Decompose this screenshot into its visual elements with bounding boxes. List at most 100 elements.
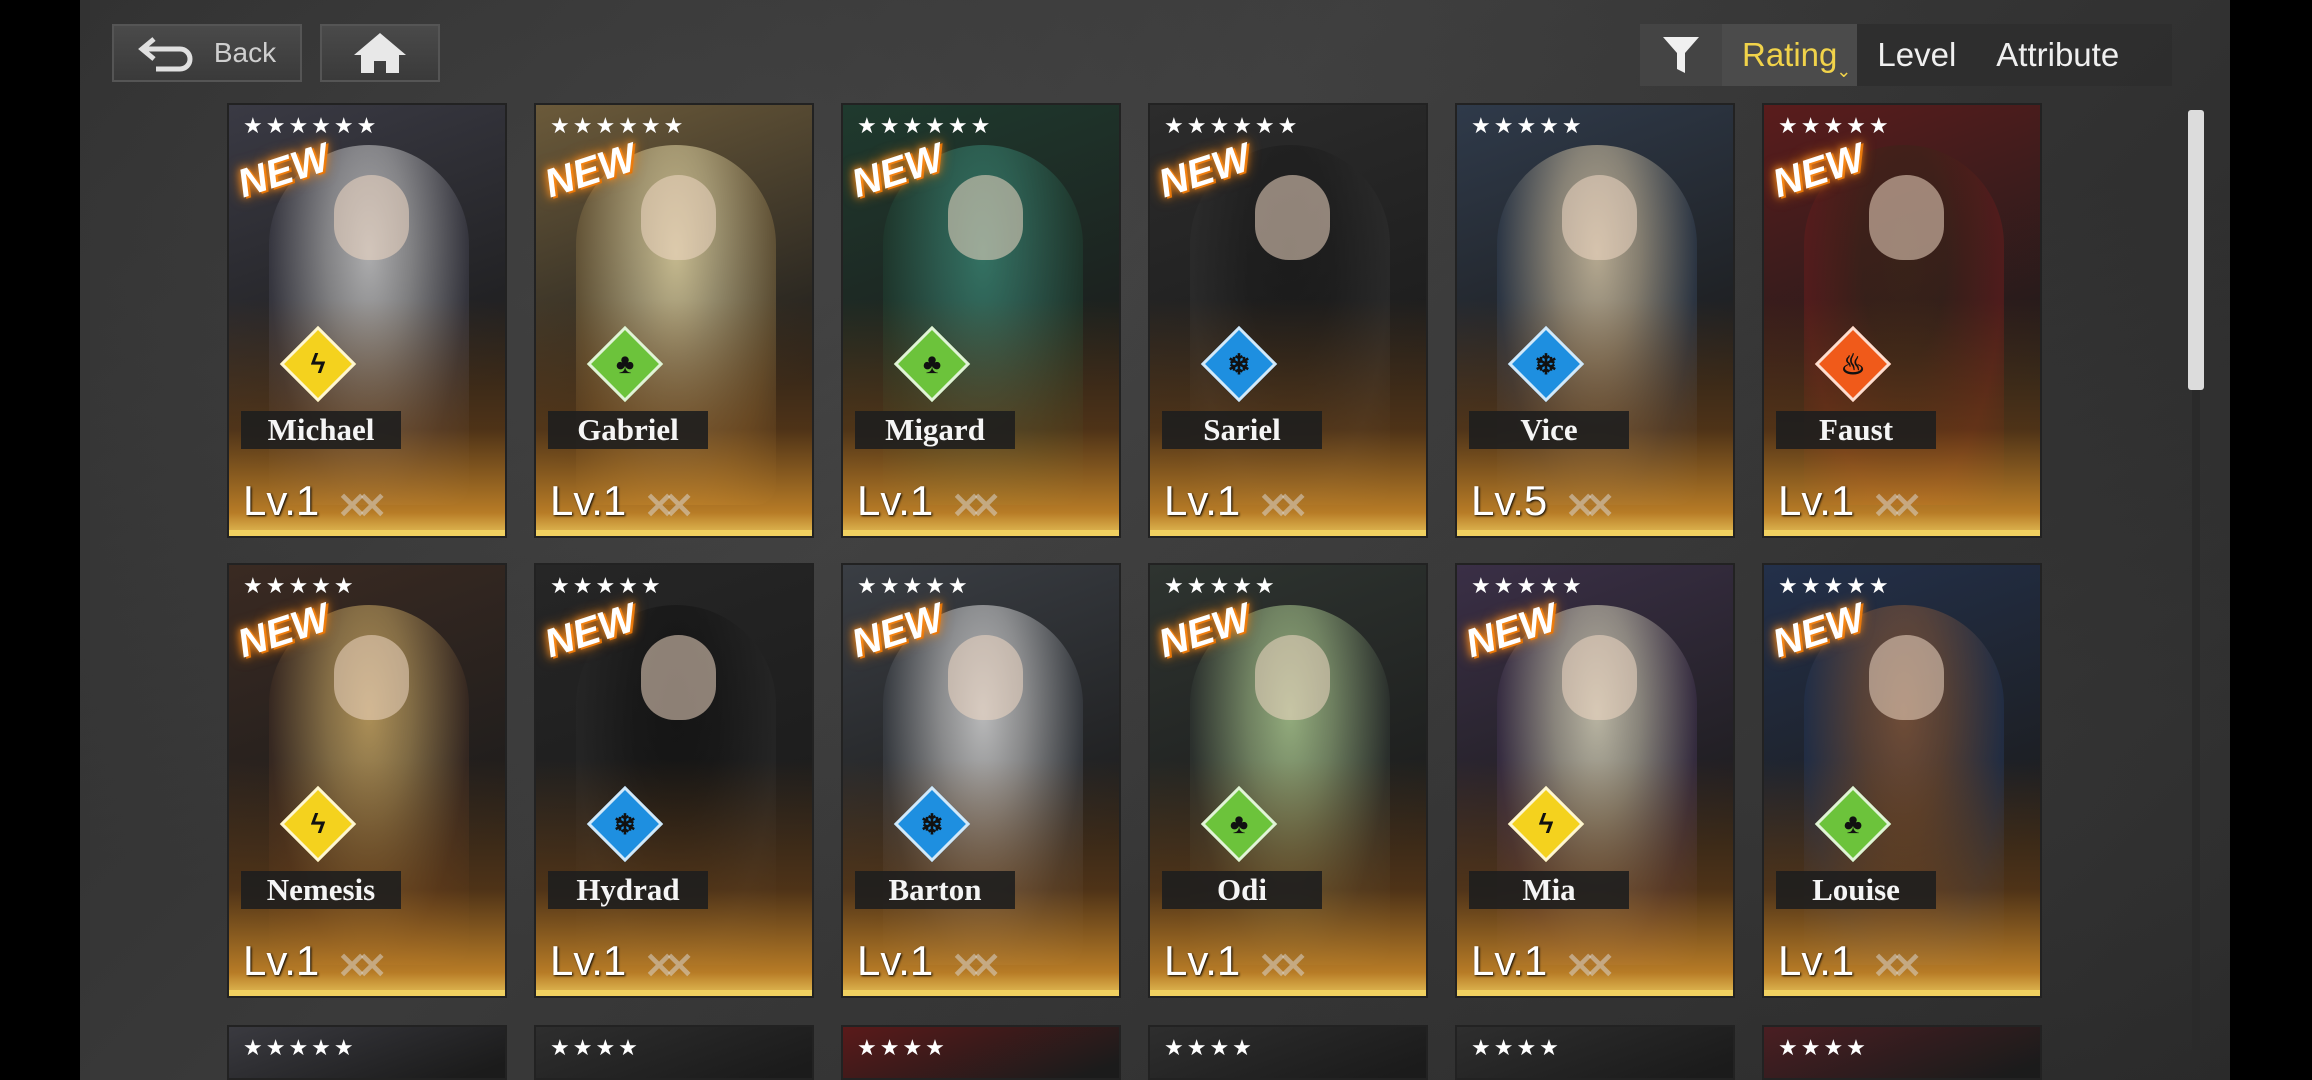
card-bottom-border bbox=[843, 530, 1119, 536]
character-level: Lv.1 bbox=[1778, 937, 1855, 984]
sort-attribute[interactable]: Attribute bbox=[1976, 24, 2139, 86]
awakening-mark-icon: ✕✕ bbox=[1258, 945, 1308, 986]
sort-rating[interactable]: Rating ⌄ bbox=[1722, 24, 1858, 86]
character-name: Odi bbox=[1162, 871, 1322, 909]
character-level: Lv.1 bbox=[243, 477, 320, 524]
back-label: Back bbox=[213, 37, 277, 68]
letterbox-left bbox=[0, 0, 80, 1080]
awakening-mark-icon: ✕✕ bbox=[951, 945, 1001, 986]
awakening-mark-icon: ✕✕ bbox=[951, 485, 1001, 526]
character-card[interactable]: ★★★★★ NEW ♨ Faust Lv.1 ✕✕ bbox=[1762, 103, 2042, 538]
awakening-mark-icon: ✕✕ bbox=[1258, 485, 1308, 526]
awakening-mark-icon: ✕✕ bbox=[1565, 485, 1615, 526]
character-list-screen: Back Rating ⌄ Level Attribute ★★★★★★ NEW ϟ… bbox=[80, 0, 2230, 1080]
card-bottom-border bbox=[1764, 530, 2040, 536]
character-face bbox=[334, 635, 409, 720]
card-bottom-border bbox=[1150, 990, 1426, 996]
sort-level[interactable]: Level bbox=[1857, 24, 1976, 86]
home-button[interactable] bbox=[320, 24, 440, 82]
rarity-stars: ★★★★★★ bbox=[550, 113, 687, 138]
character-card[interactable]: ★★★★★ NEW ♣ Louise Lv.1 ✕✕ bbox=[1762, 563, 2042, 998]
character-level: Lv.1 bbox=[1164, 477, 1241, 524]
character-card[interactable]: ★★★★★ NEW ❄ Barton Lv.1 ✕✕ bbox=[841, 563, 1121, 998]
character-card[interactable]: ★★★★★★ NEW ♣ Gabriel Lv.1 ✕✕ bbox=[534, 103, 814, 538]
awakening-mark-icon: ✕✕ bbox=[1872, 945, 1922, 986]
rarity-stars: ★★★★★ bbox=[1471, 113, 1585, 138]
character-face bbox=[1869, 175, 1944, 260]
character-card[interactable]: ★★★★★ NEW ϟ Nemesis Lv.1 ✕✕ bbox=[227, 563, 507, 998]
character-name: Migard bbox=[855, 411, 1015, 449]
sort-descending-icon: ⌄ bbox=[1836, 61, 1852, 81]
sort-bar: Rating ⌄ Level Attribute bbox=[1640, 24, 2172, 86]
filter-icon bbox=[1663, 37, 1699, 73]
character-level: Lv.1 bbox=[1471, 937, 1548, 984]
ice-icon: ❄ bbox=[613, 808, 637, 840]
forest-icon: ♣ bbox=[1229, 808, 1249, 839]
rarity-stars: ★★★★ bbox=[1778, 1035, 1869, 1060]
awakening-mark-icon: ✕✕ bbox=[337, 485, 387, 526]
character-card-partial[interactable]: ★★★★ bbox=[1148, 1025, 1428, 1080]
character-face bbox=[948, 635, 1023, 720]
character-name: Nemesis bbox=[241, 871, 401, 909]
back-button[interactable]: Back bbox=[112, 24, 302, 82]
character-level: Lv.5 bbox=[1471, 477, 1548, 524]
rarity-stars: ★★★★ bbox=[1164, 1035, 1255, 1060]
character-name: Gabriel bbox=[548, 411, 708, 449]
character-face bbox=[1562, 635, 1637, 720]
home-icon bbox=[354, 33, 406, 73]
rarity-stars: ★★★★★ bbox=[1471, 573, 1585, 598]
character-card[interactable]: ★★★★★ ❄ Vice Lv.5 ✕✕ bbox=[1455, 103, 1735, 538]
back-arrow-icon bbox=[137, 37, 193, 72]
character-name: Vice bbox=[1469, 411, 1629, 449]
rarity-stars: ★★★★★ bbox=[1778, 113, 1892, 138]
card-bottom-border bbox=[1150, 530, 1426, 536]
character-card-partial[interactable]: ★★★★ bbox=[1762, 1025, 2042, 1080]
card-bottom-border bbox=[536, 990, 812, 996]
rarity-stars: ★★★★★ bbox=[1164, 573, 1278, 598]
character-face bbox=[1869, 635, 1944, 720]
rarity-stars: ★★★★★ bbox=[243, 1035, 357, 1060]
character-card-partial[interactable]: ★★★★ bbox=[534, 1025, 814, 1080]
character-card[interactable]: ★★★★★★ NEW ϟ Michael Lv.1 ✕✕ bbox=[227, 103, 507, 538]
character-card[interactable]: ★★★★★ NEW ❄ Hydrad Lv.1 ✕✕ bbox=[534, 563, 814, 998]
fire-icon: ♨ bbox=[1840, 348, 1866, 380]
character-name: Barton bbox=[855, 871, 1015, 909]
character-card-partial[interactable]: ★★★★★ bbox=[227, 1025, 507, 1080]
card-bottom-border bbox=[1457, 990, 1733, 996]
awakening-mark-icon: ✕✕ bbox=[1872, 485, 1922, 526]
character-name: Mia bbox=[1469, 871, 1629, 909]
rarity-stars: ★★★★★ bbox=[550, 573, 664, 598]
character-face bbox=[1255, 175, 1330, 260]
character-face bbox=[334, 175, 409, 260]
rarity-stars: ★★★★★★ bbox=[857, 113, 994, 138]
forest-icon: ♣ bbox=[615, 348, 635, 379]
character-card[interactable]: ★★★★★★ NEW ♣ Migard Lv.1 ✕✕ bbox=[841, 103, 1121, 538]
card-bottom-border bbox=[1764, 990, 2040, 996]
character-name: Faust bbox=[1776, 411, 1936, 449]
character-card-partial[interactable]: ★★★★ bbox=[841, 1025, 1121, 1080]
card-bottom-border bbox=[536, 530, 812, 536]
awakening-mark-icon: ✕✕ bbox=[1565, 945, 1615, 986]
rarity-stars: ★★★★ bbox=[1471, 1035, 1562, 1060]
rarity-stars: ★★★★★★ bbox=[1164, 113, 1301, 138]
character-level: Lv.1 bbox=[857, 477, 934, 524]
character-name: Sariel bbox=[1162, 411, 1322, 449]
forest-icon: ♣ bbox=[922, 348, 942, 379]
character-card[interactable]: ★★★★★★ NEW ❄ Sariel Lv.1 ✕✕ bbox=[1148, 103, 1428, 538]
character-face bbox=[1562, 175, 1637, 260]
awakening-mark-icon: ✕✕ bbox=[644, 945, 694, 986]
character-card[interactable]: ★★★★★ NEW ϟ Mia Lv.1 ✕✕ bbox=[1455, 563, 1735, 998]
character-card-partial[interactable]: ★★★★ bbox=[1455, 1025, 1735, 1080]
character-face bbox=[1255, 635, 1330, 720]
filter-button[interactable] bbox=[1640, 24, 1722, 86]
card-bottom-border bbox=[229, 990, 505, 996]
awakening-mark-icon: ✕✕ bbox=[644, 485, 694, 526]
card-bottom-border bbox=[229, 530, 505, 536]
awakening-mark-icon: ✕✕ bbox=[337, 945, 387, 986]
scrollbar-thumb[interactable] bbox=[2188, 110, 2204, 390]
character-card[interactable]: ★★★★★ NEW ♣ Odi Lv.1 ✕✕ bbox=[1148, 563, 1428, 998]
card-bottom-border bbox=[1457, 530, 1733, 536]
character-name: Louise bbox=[1776, 871, 1936, 909]
rarity-stars: ★★★★★ bbox=[1778, 573, 1892, 598]
character-level: Lv.1 bbox=[857, 937, 934, 984]
